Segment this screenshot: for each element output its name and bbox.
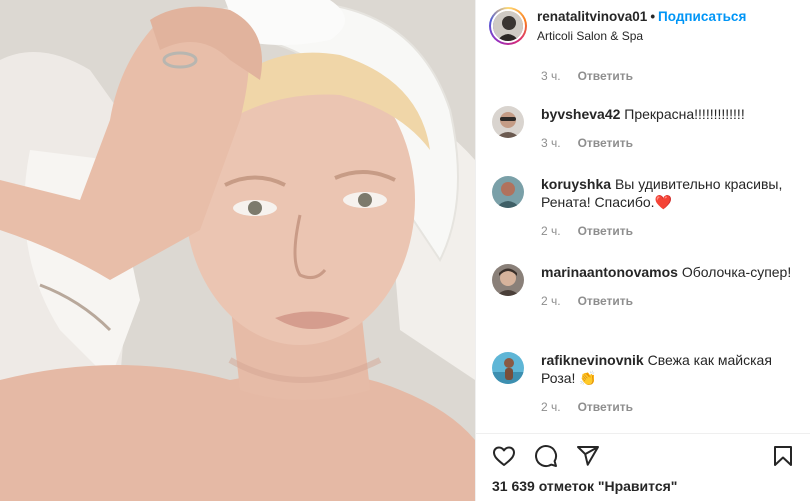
reply-button[interactable]: Ответить	[578, 69, 633, 83]
post-header: renatalitvinova01 • Подписаться Articoli S…	[476, 0, 810, 52]
comment-meta: 2 ч. Ответить	[541, 292, 801, 310]
post-actions-bar: 31 639 отметок "Нравится"	[476, 433, 810, 501]
reply-button[interactable]: Ответить	[578, 294, 633, 308]
comment-username[interactable]: marinaantonovamos	[541, 264, 678, 280]
profile-avatar[interactable]	[489, 7, 527, 45]
comment-item: rafiknevinovnik Свежа как майская Роза! …	[492, 351, 807, 416]
post-photo-image	[0, 0, 475, 501]
comment-item: koruyshka Вы удивительно красивы, Рената…	[492, 175, 807, 240]
comment-time: 3 ч.	[541, 136, 561, 150]
share-button[interactable]	[574, 442, 602, 470]
location-link[interactable]: Articoli Salon & Spa	[537, 28, 746, 44]
save-button[interactable]	[769, 442, 797, 470]
author-username[interactable]: renatalitvinova01	[537, 9, 647, 24]
follow-button[interactable]: Подписаться	[658, 9, 746, 24]
likes-count[interactable]: 31 639 отметок "Нравится"	[492, 478, 677, 494]
comment-item: byvsheva42 Прекрасна!!!!!!!!!!!!! 3 ч. О…	[492, 105, 807, 152]
comment-body: koruyshka Вы удивительно красивы, Рената…	[541, 175, 801, 240]
comments-list[interactable]: 3 ч. Ответить byvsheva42 Прекрасна!!!!!!…	[476, 58, 810, 428]
avatar-image-icon	[492, 176, 524, 208]
comment-time: 2 ч.	[541, 224, 561, 238]
like-button[interactable]	[490, 442, 518, 470]
comment-button[interactable]	[532, 442, 560, 470]
separator-dot: •	[650, 8, 656, 24]
comment-body: byvsheva42 Прекрасна!!!!!!!!!!!!! 3 ч. О…	[541, 105, 801, 152]
commenter-avatar[interactable]	[492, 176, 524, 208]
header-line: renatalitvinova01 • Подписаться	[537, 9, 746, 25]
comment-body: rafiknevinovnik Свежа как майская Роза! …	[541, 351, 801, 416]
reply-button[interactable]: Ответить	[578, 136, 633, 150]
comment-content: Прекрасна!!!!!!!!!!!!!	[624, 106, 745, 122]
comment-item: marinaantonovamos Оболочка-супер! 2 ч. О…	[492, 263, 807, 310]
comment-icon	[535, 445, 558, 468]
share-icon	[577, 446, 599, 466]
comment-meta: 2 ч. Ответить	[541, 398, 801, 416]
avatar-image-icon	[493, 11, 523, 41]
commenter-avatar[interactable]	[492, 352, 524, 384]
comment-meta: 2 ч. Ответить	[541, 222, 801, 240]
comment-content: Оболочка-супер!	[681, 264, 792, 280]
commenter-avatar[interactable]	[492, 264, 524, 296]
avatar-image-icon	[492, 352, 524, 384]
post-actions	[490, 442, 602, 470]
comment-text: rafiknevinovnik Свежа как майская Роза! …	[541, 351, 801, 387]
header-text: renatalitvinova01 • Подписаться Articoli S…	[537, 9, 746, 44]
comment-text: koruyshka Вы удивительно красивы, Рената…	[541, 175, 801, 211]
reply-button[interactable]: Ответить	[578, 400, 633, 414]
comment-meta: 3 ч. Ответить	[541, 134, 801, 152]
post-photo[interactable]	[0, 0, 475, 501]
reply-button[interactable]: Ответить	[578, 224, 633, 238]
comment-time: 2 ч.	[541, 294, 561, 308]
post-side-panel: renatalitvinova01 • Подписаться Articoli S…	[475, 0, 810, 501]
comment-text: byvsheva42 Прекрасна!!!!!!!!!!!!!	[541, 105, 801, 123]
heart-icon	[493, 446, 515, 466]
comment-username[interactable]: rafiknevinovnik	[541, 352, 644, 368]
avatar-image-icon	[492, 106, 524, 138]
comment-username[interactable]: byvsheva42	[541, 106, 620, 122]
comment-time: 3 ч.	[541, 69, 561, 83]
commenter-avatar[interactable]	[492, 106, 524, 138]
comment-username[interactable]: koruyshka	[541, 176, 611, 192]
comment-time: 2 ч.	[541, 400, 561, 414]
avatar-image-icon	[492, 264, 524, 296]
comment-text: marinaantonovamos Оболочка-супер!	[541, 263, 801, 281]
comment-meta: 3 ч. Ответить	[541, 67, 633, 85]
comment-body: marinaantonovamos Оболочка-супер! 2 ч. О…	[541, 263, 801, 310]
bookmark-icon	[774, 446, 792, 466]
